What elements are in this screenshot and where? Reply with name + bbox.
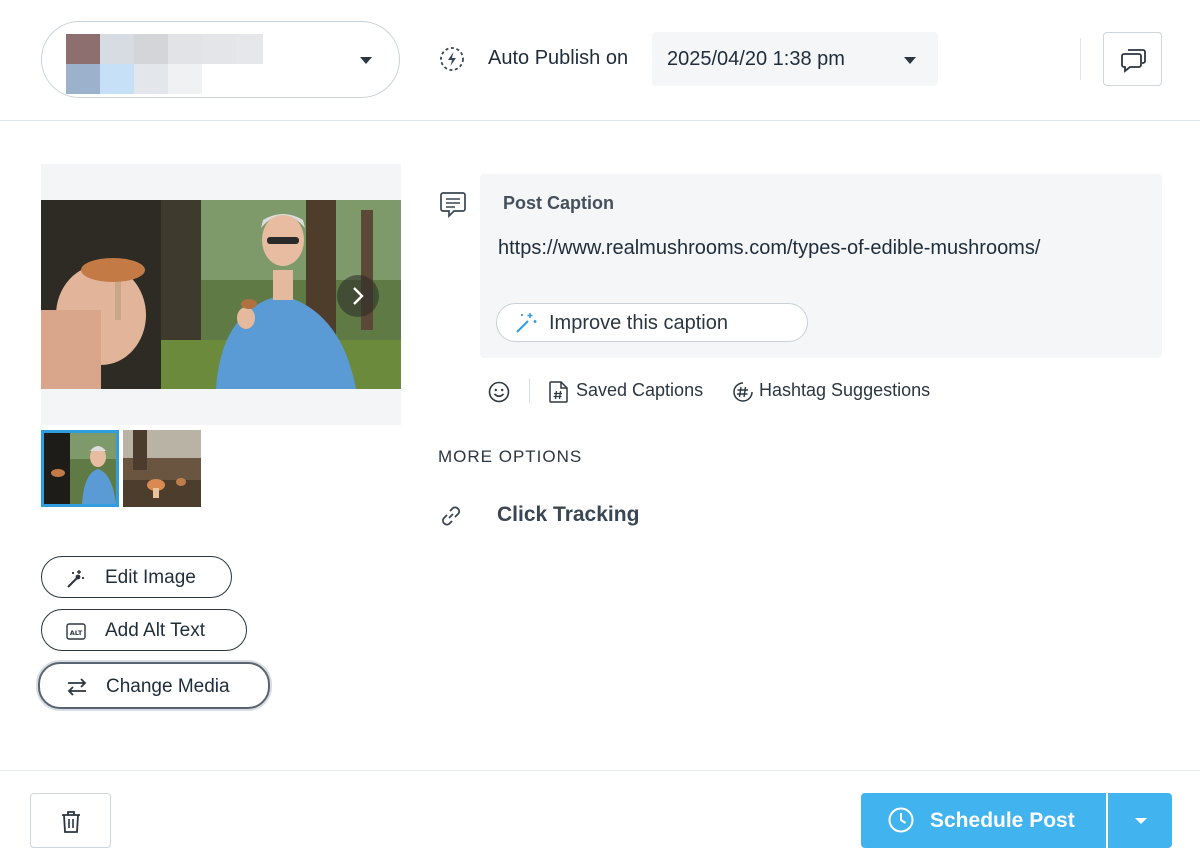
composer-header: Auto Publish on 2025/04/20 1:38 pm <box>0 0 1200 121</box>
click-tracking-label: Click Tracking <box>497 503 640 526</box>
saved-captions-label: Saved Captions <box>576 380 704 400</box>
footer-divider <box>0 770 1200 771</box>
alt-text-icon: ALT <box>66 623 86 640</box>
emoji-icon <box>488 381 510 403</box>
thumbnail-image <box>123 430 201 507</box>
comments-button[interactable] <box>1103 32 1162 86</box>
emoji-button[interactable] <box>487 377 511 405</box>
add-alt-text-button[interactable]: ALT Add Alt Text <box>41 609 247 651</box>
thumbnail-image <box>44 433 116 504</box>
saved-captions-icon <box>549 381 568 403</box>
chevron-right-icon <box>353 287 364 305</box>
change-media-label: Change Media <box>106 676 230 697</box>
comments-icon <box>1121 49 1146 73</box>
toolbar-divider <box>529 379 530 403</box>
auto-publish-label: Auto Publish on <box>488 47 629 69</box>
auto-publish-icon <box>440 47 464 71</box>
hashtag-suggestions-button[interactable]: Hashtag Suggestions <box>731 377 961 405</box>
account-selector[interactable] <box>41 21 400 98</box>
caption-editor[interactable]: Post Caption https://www.realmushrooms.c… <box>480 174 1162 358</box>
swap-arrows-icon <box>67 678 87 696</box>
caption-icon <box>440 192 466 218</box>
media-thumbnail-selected[interactable] <box>41 430 119 507</box>
publish-date-value: 2025/04/20 1:38 pm <box>667 48 845 70</box>
schedule-post-label: Schedule Post <box>930 809 1075 832</box>
header-divider <box>1080 38 1081 80</box>
ai-wand-icon <box>516 313 537 333</box>
edit-image-label: Edit Image <box>105 567 196 588</box>
edit-image-button[interactable]: Edit Image <box>41 556 232 598</box>
change-media-button[interactable]: Change Media <box>38 662 270 709</box>
publish-date-selector[interactable]: 2025/04/20 1:38 pm <box>652 32 938 86</box>
magic-wand-icon <box>67 570 84 588</box>
svg-text:ALT: ALT <box>70 629 83 637</box>
chevron-down-icon <box>904 57 916 64</box>
improve-caption-button[interactable]: Improve this caption <box>496 303 808 342</box>
more-options-heading: MORE OPTIONS <box>438 447 583 466</box>
hashtag-icon <box>733 382 753 402</box>
caption-toolbar: Saved Captions Hashtag Suggestions <box>487 377 987 405</box>
trash-icon <box>62 811 80 833</box>
chevron-down-icon <box>360 57 372 64</box>
hashtag-suggestions-label: Hashtag Suggestions <box>759 380 931 400</box>
next-media-button[interactable] <box>337 275 379 317</box>
account-avatar-blurred <box>66 34 266 94</box>
click-tracking-option[interactable]: Click Tracking <box>437 500 697 532</box>
caption-text[interactable]: https://www.realmushrooms.com/types-of-e… <box>498 237 1040 260</box>
delete-post-button[interactable] <box>30 793 111 848</box>
improve-caption-label: Improve this caption <box>549 312 728 334</box>
add-alt-text-label: Add Alt Text <box>105 620 205 641</box>
saved-captions-button[interactable]: Saved Captions <box>548 377 718 405</box>
chevron-down-icon <box>1135 818 1147 824</box>
schedule-options-button[interactable] <box>1108 793 1172 848</box>
clock-icon <box>888 807 914 833</box>
link-icon <box>442 506 460 526</box>
schedule-post-button[interactable]: Schedule Post <box>861 793 1106 848</box>
media-thumbnail[interactable] <box>123 430 201 507</box>
caption-title: Post Caption <box>503 193 614 213</box>
